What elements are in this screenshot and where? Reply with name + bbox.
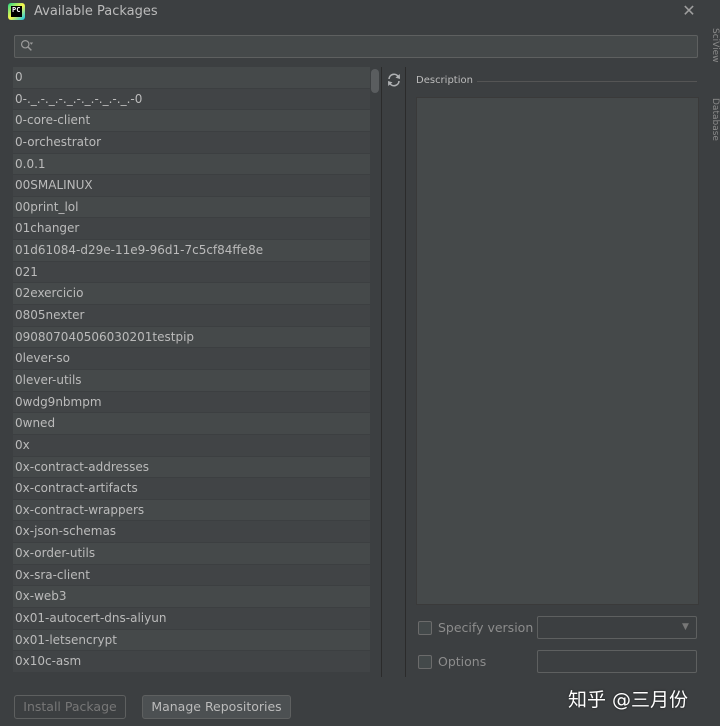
side-tab-sciview[interactable]: SciView bbox=[710, 28, 720, 63]
manage-repositories-button[interactable]: Manage Repositories bbox=[142, 695, 291, 719]
package-list-scrollbar[interactable] bbox=[370, 67, 380, 677]
list-item[interactable]: 0x01-autocert-dns-aliyun bbox=[13, 608, 380, 630]
list-item[interactable]: 0-._.-._.-._.-._.-._.-._.-0 bbox=[13, 88, 380, 111]
list-item[interactable]: 02exercicio bbox=[13, 283, 380, 306]
list-toolbar bbox=[381, 67, 406, 677]
description-label: Description bbox=[416, 75, 473, 86]
list-item[interactable]: 0x-sra-client bbox=[13, 564, 380, 587]
list-item[interactable]: 0lever-utils bbox=[13, 369, 380, 392]
list-item[interactable]: 0-core-client bbox=[13, 110, 380, 132]
list-item[interactable]: 0wdg9nbmpm bbox=[13, 391, 380, 414]
search-icon bbox=[20, 39, 34, 51]
description-panel bbox=[416, 97, 699, 605]
list-item[interactable]: 0lever-so bbox=[13, 348, 380, 370]
window-title: Available Packages bbox=[34, 4, 158, 19]
list-item[interactable]: 01d61084-d29e-11e9-96d1-7c5cf84ffe8e bbox=[13, 240, 380, 262]
list-item[interactable]: 0x10c-asm bbox=[13, 651, 380, 673]
list-item[interactable]: 01changer bbox=[13, 218, 380, 241]
specify-version-label: Specify version bbox=[438, 620, 534, 635]
list-item[interactable]: 0x01-letsencrypt bbox=[13, 629, 380, 652]
scrollbar-thumb[interactable] bbox=[371, 69, 379, 93]
side-tool-strip: SciView Database bbox=[708, 24, 720, 164]
list-item[interactable]: 0x-order-utils bbox=[13, 543, 380, 565]
package-list: 0 0-._.-._.-._.-._.-._.-._.-0 0-core-clien… bbox=[13, 67, 380, 677]
list-item[interactable]: 0x-contract-addresses bbox=[13, 456, 380, 479]
list-item[interactable]: 00print_lol bbox=[13, 196, 380, 219]
install-package-button[interactable]: Install Package bbox=[14, 695, 126, 719]
list-item[interactable]: 090807040506030201testpip bbox=[13, 326, 380, 349]
specify-version-checkbox[interactable] bbox=[418, 621, 432, 635]
options-field[interactable] bbox=[537, 650, 697, 673]
list-item[interactable]: 0x-json-schemas bbox=[13, 521, 380, 544]
chevron-down-icon: ▼ bbox=[682, 622, 689, 632]
pycharm-logo-icon: PC bbox=[8, 3, 25, 20]
list-item[interactable]: 00SMALINUX bbox=[13, 175, 380, 197]
close-icon[interactable]: ✕ bbox=[680, 2, 698, 20]
list-item[interactable]: 021 bbox=[13, 261, 380, 284]
version-dropdown[interactable]: ▼ bbox=[537, 616, 697, 639]
refresh-icon[interactable] bbox=[386, 72, 402, 88]
side-tab-database[interactable]: Database bbox=[710, 98, 720, 141]
options-label: Options bbox=[438, 654, 487, 669]
list-item[interactable]: 0 bbox=[13, 67, 380, 89]
list-item[interactable]: 0x bbox=[13, 434, 380, 457]
list-item[interactable]: 0-orchestrator bbox=[13, 131, 380, 154]
list-item[interactable]: 0x-web3 bbox=[13, 586, 380, 609]
title-bar: PC Available Packages ✕ bbox=[0, 0, 720, 24]
search-input[interactable] bbox=[43, 37, 693, 56]
options-checkbox[interactable] bbox=[418, 655, 432, 669]
description-divider bbox=[477, 81, 697, 82]
list-item[interactable]: 0x-contract-artifacts bbox=[13, 478, 380, 500]
list-item[interactable]: 0805nexter bbox=[13, 305, 380, 327]
list-item[interactable]: 0x-contract-wrappers bbox=[13, 499, 380, 522]
list-item[interactable]: 0.0.1 bbox=[13, 153, 380, 176]
list-item[interactable]: 0wned bbox=[13, 413, 380, 435]
search-box[interactable] bbox=[14, 35, 698, 58]
watermark: 知乎 @三月份 bbox=[568, 689, 689, 711]
